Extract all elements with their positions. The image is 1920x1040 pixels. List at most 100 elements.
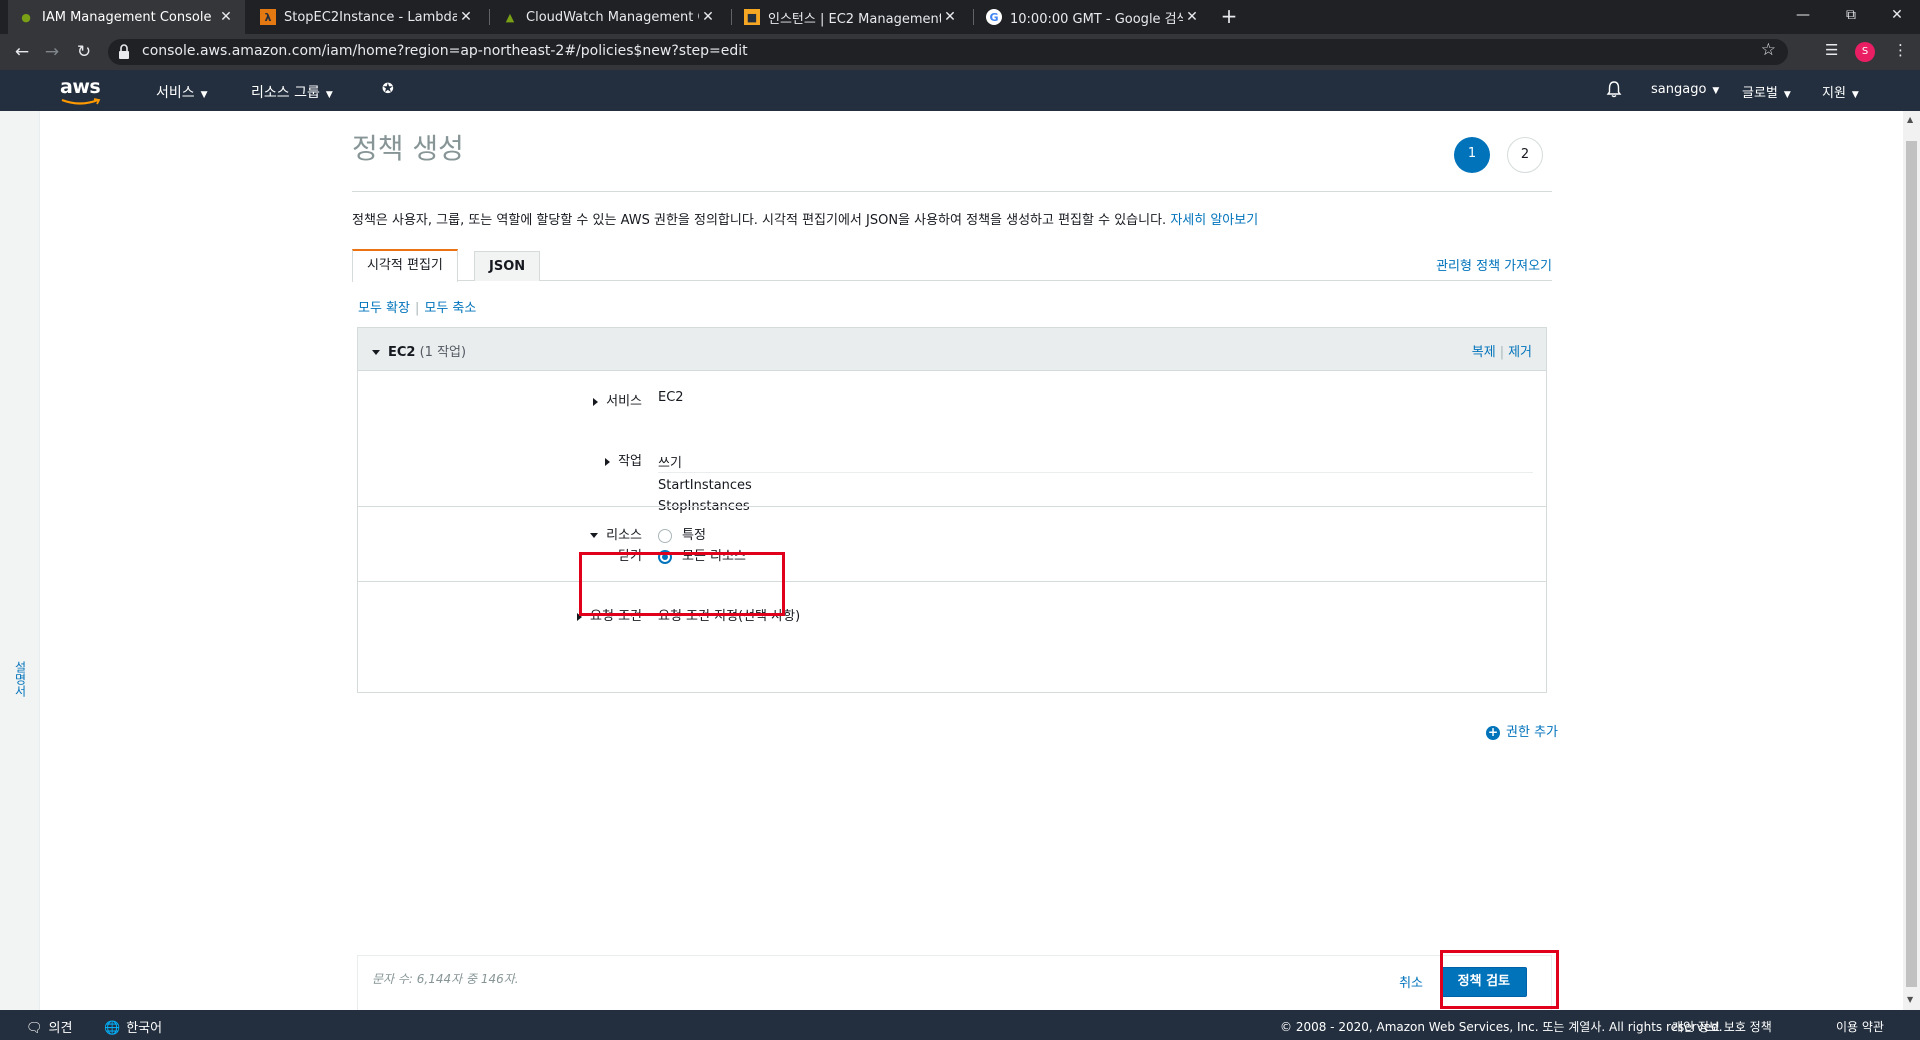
actions-row-label[interactable]: 작업: [605, 450, 642, 469]
terms-of-use-link[interactable]: 이용 약관: [1836, 1018, 1884, 1035]
editor-tabs: 시각적 편집기 JSON 관리형 정책 가져오기: [352, 249, 1552, 282]
tab-separator: [731, 9, 732, 25]
page-description: 정책은 사용자, 그룹, 또는 역할에 할당할 수 있는 AWS 권한을 정의합…: [352, 209, 1258, 228]
page-scrollbar[interactable]: ▲ ▼: [1903, 111, 1920, 1010]
tab-visual-editor[interactable]: 시각적 편집기: [352, 249, 458, 282]
tab-title: CloudWatch Management Cons: [526, 9, 699, 25]
caret-down-icon: [372, 350, 380, 355]
language-selector[interactable]: 🌐 한국어: [104, 1017, 162, 1036]
chrome-menu-icon[interactable]: ⋮: [1893, 41, 1908, 59]
service-label-text: 서비스: [606, 394, 642, 409]
privacy-policy-link[interactable]: 개인 정보 보호 정책: [1672, 1018, 1772, 1035]
address-bar[interactable]: console.aws.amazon.com/iam/home?region=a…: [108, 39, 1788, 65]
aws-logo[interactable]: aws: [60, 76, 104, 106]
remove-link[interactable]: 제거: [1508, 345, 1532, 360]
panel-action-count: (1 작업): [419, 345, 467, 360]
plus-circle-icon: +: [1486, 724, 1501, 740]
radio-button[interactable]: [658, 528, 672, 543]
aws-footer: 🗨 의견 🌐 한국어 © 2008 - 2020, Amazon Web Servi…: [0, 1010, 1920, 1040]
tab-json[interactable]: JSON: [474, 251, 541, 281]
reload-icon[interactable]: ↻: [72, 40, 96, 64]
globe-icon: 🌐: [104, 1021, 121, 1036]
import-managed-policy-link[interactable]: 관리형 정책 가져오기: [1436, 255, 1552, 274]
media-controls-icon[interactable]: ☰: [1825, 41, 1838, 59]
chat-bubble-icon: 🗨: [26, 1021, 43, 1036]
title-divider: [352, 191, 1552, 192]
panel-service-name: EC2: [388, 345, 416, 360]
resources-label-text: 리소스: [606, 528, 642, 543]
close-tab-icon[interactable]: ✕: [1183, 9, 1201, 25]
forward-arrow-icon[interactable]: →: [40, 40, 64, 64]
close-tab-icon[interactable]: ✕: [699, 9, 717, 25]
support-label: 지원: [1822, 86, 1846, 101]
actions-group-title: 쓰기: [658, 456, 682, 471]
page-title: 정책 생성: [352, 132, 464, 165]
iam-favicon-icon: ●: [21, 10, 31, 24]
caret-right-icon: [605, 457, 611, 466]
cloudwatch-favicon-icon: ▲: [505, 10, 515, 24]
link-separator: |: [1499, 345, 1505, 360]
close-tab-icon[interactable]: ✕: [941, 9, 959, 25]
lock-icon: [119, 44, 129, 59]
cancel-button[interactable]: 취소: [1399, 972, 1423, 991]
highlight-box-resources: [579, 552, 785, 616]
pin-icon[interactable]: ✪: [382, 81, 394, 97]
expand-all-link[interactable]: 모두 확장: [358, 301, 410, 316]
minimize-window-icon[interactable]: —: [1780, 0, 1826, 34]
documentation-toggle[interactable]: 설명서: [12, 661, 29, 697]
tab-title: StopEC2Instance - Lambda: [284, 9, 457, 25]
browser-tab-google[interactable]: G 10:00:00 GMT - Google 검색 ✕: [976, 0, 1211, 34]
service-row-label[interactable]: 서비스: [593, 390, 642, 409]
browser-tab-cloudwatch[interactable]: ▲ CloudWatch Management Cons ✕: [492, 0, 727, 34]
caret-down-icon: [590, 533, 599, 538]
copyright-text: © 2008 - 2020, Amazon Web Services, Inc.…: [1280, 1020, 1723, 1034]
notifications-bell-icon[interactable]: [1606, 80, 1622, 102]
tab-title: 인스턴스 | EC2 Management Co: [768, 11, 941, 27]
bottom-action-bar: 문자 수: 6,144자 중 146자. 취소 정책 검토: [357, 955, 1552, 1010]
profile-avatar[interactable]: S: [1855, 42, 1875, 62]
new-tab-button[interactable]: +: [1216, 4, 1242, 30]
tab-title: 10:00:00 GMT - Google 검색: [1010, 11, 1183, 27]
chevron-down-icon: ▼: [325, 90, 333, 100]
row-divider: [358, 581, 1546, 582]
close-tab-icon[interactable]: ✕: [457, 9, 475, 25]
radio-specific[interactable]: 특정: [658, 524, 706, 543]
scrollbar-thumb[interactable]: [1906, 141, 1917, 987]
resource-groups-menu[interactable]: 리소스 그룹 ▼: [251, 82, 333, 102]
left-help-panel: 설명서: [0, 111, 40, 1010]
clone-link[interactable]: 복제: [1472, 345, 1496, 360]
feedback-button[interactable]: 🗨 의견: [26, 1017, 72, 1036]
lambda-favicon-icon: λ: [260, 9, 276, 25]
restore-window-icon[interactable]: ⧉: [1828, 0, 1874, 34]
scroll-up-arrow-icon[interactable]: ▲: [1907, 115, 1913, 124]
account-menu[interactable]: sangago ▼: [1651, 82, 1719, 97]
highlight-box-review: [1440, 950, 1559, 1009]
character-count: 문자 수: 6,144자 중 146자.: [372, 972, 519, 986]
browser-tab-iam[interactable]: ● IAM Management Console ✕: [8, 0, 245, 34]
support-menu[interactable]: 지원 ▼: [1822, 82, 1859, 101]
close-tab-icon[interactable]: ✕: [217, 9, 235, 25]
close-window-icon[interactable]: ✕: [1874, 0, 1920, 34]
tab-title: IAM Management Console: [42, 9, 212, 25]
add-permissions-label: 권한 추가: [1506, 725, 1558, 740]
bookmark-star-icon[interactable]: ☆: [1761, 40, 1776, 60]
scroll-down-arrow-icon[interactable]: ▼: [1907, 995, 1913, 1004]
browser-tab-ec2[interactable]: ■ 인스턴스 | EC2 Management Co ✕: [734, 0, 969, 34]
services-menu[interactable]: 서비스 ▼: [156, 82, 208, 102]
browser-tab-lambda[interactable]: λ StopEC2Instance - Lambda ✕: [250, 0, 485, 34]
panel-title: EC2 (1 작업): [372, 341, 466, 360]
aws-smile-icon: [61, 98, 101, 105]
panel-header[interactable]: EC2 (1 작업) 복제 | 제거: [358, 328, 1546, 371]
back-arrow-icon[interactable]: ←: [10, 40, 34, 64]
region-label: 글로벌: [1742, 86, 1778, 101]
step-indicator-1: 1: [1454, 137, 1490, 173]
add-permissions-link[interactable]: + 권한 추가: [1486, 721, 1558, 740]
service-permission-panel: EC2 (1 작업) 복제 | 제거 서비스 EC2 작업 쓰기 StartInst…: [357, 327, 1547, 693]
resources-row-label[interactable]: 리소스: [590, 524, 642, 543]
region-menu[interactable]: 글로벌 ▼: [1742, 82, 1791, 101]
step-indicator-2: 2: [1507, 137, 1543, 173]
feedback-label: 의견: [48, 1021, 73, 1036]
google-favicon-icon: G: [986, 9, 1002, 25]
collapse-all-link[interactable]: 모두 축소: [424, 301, 476, 316]
learn-more-link[interactable]: 자세히 알아보기: [1170, 213, 1258, 228]
